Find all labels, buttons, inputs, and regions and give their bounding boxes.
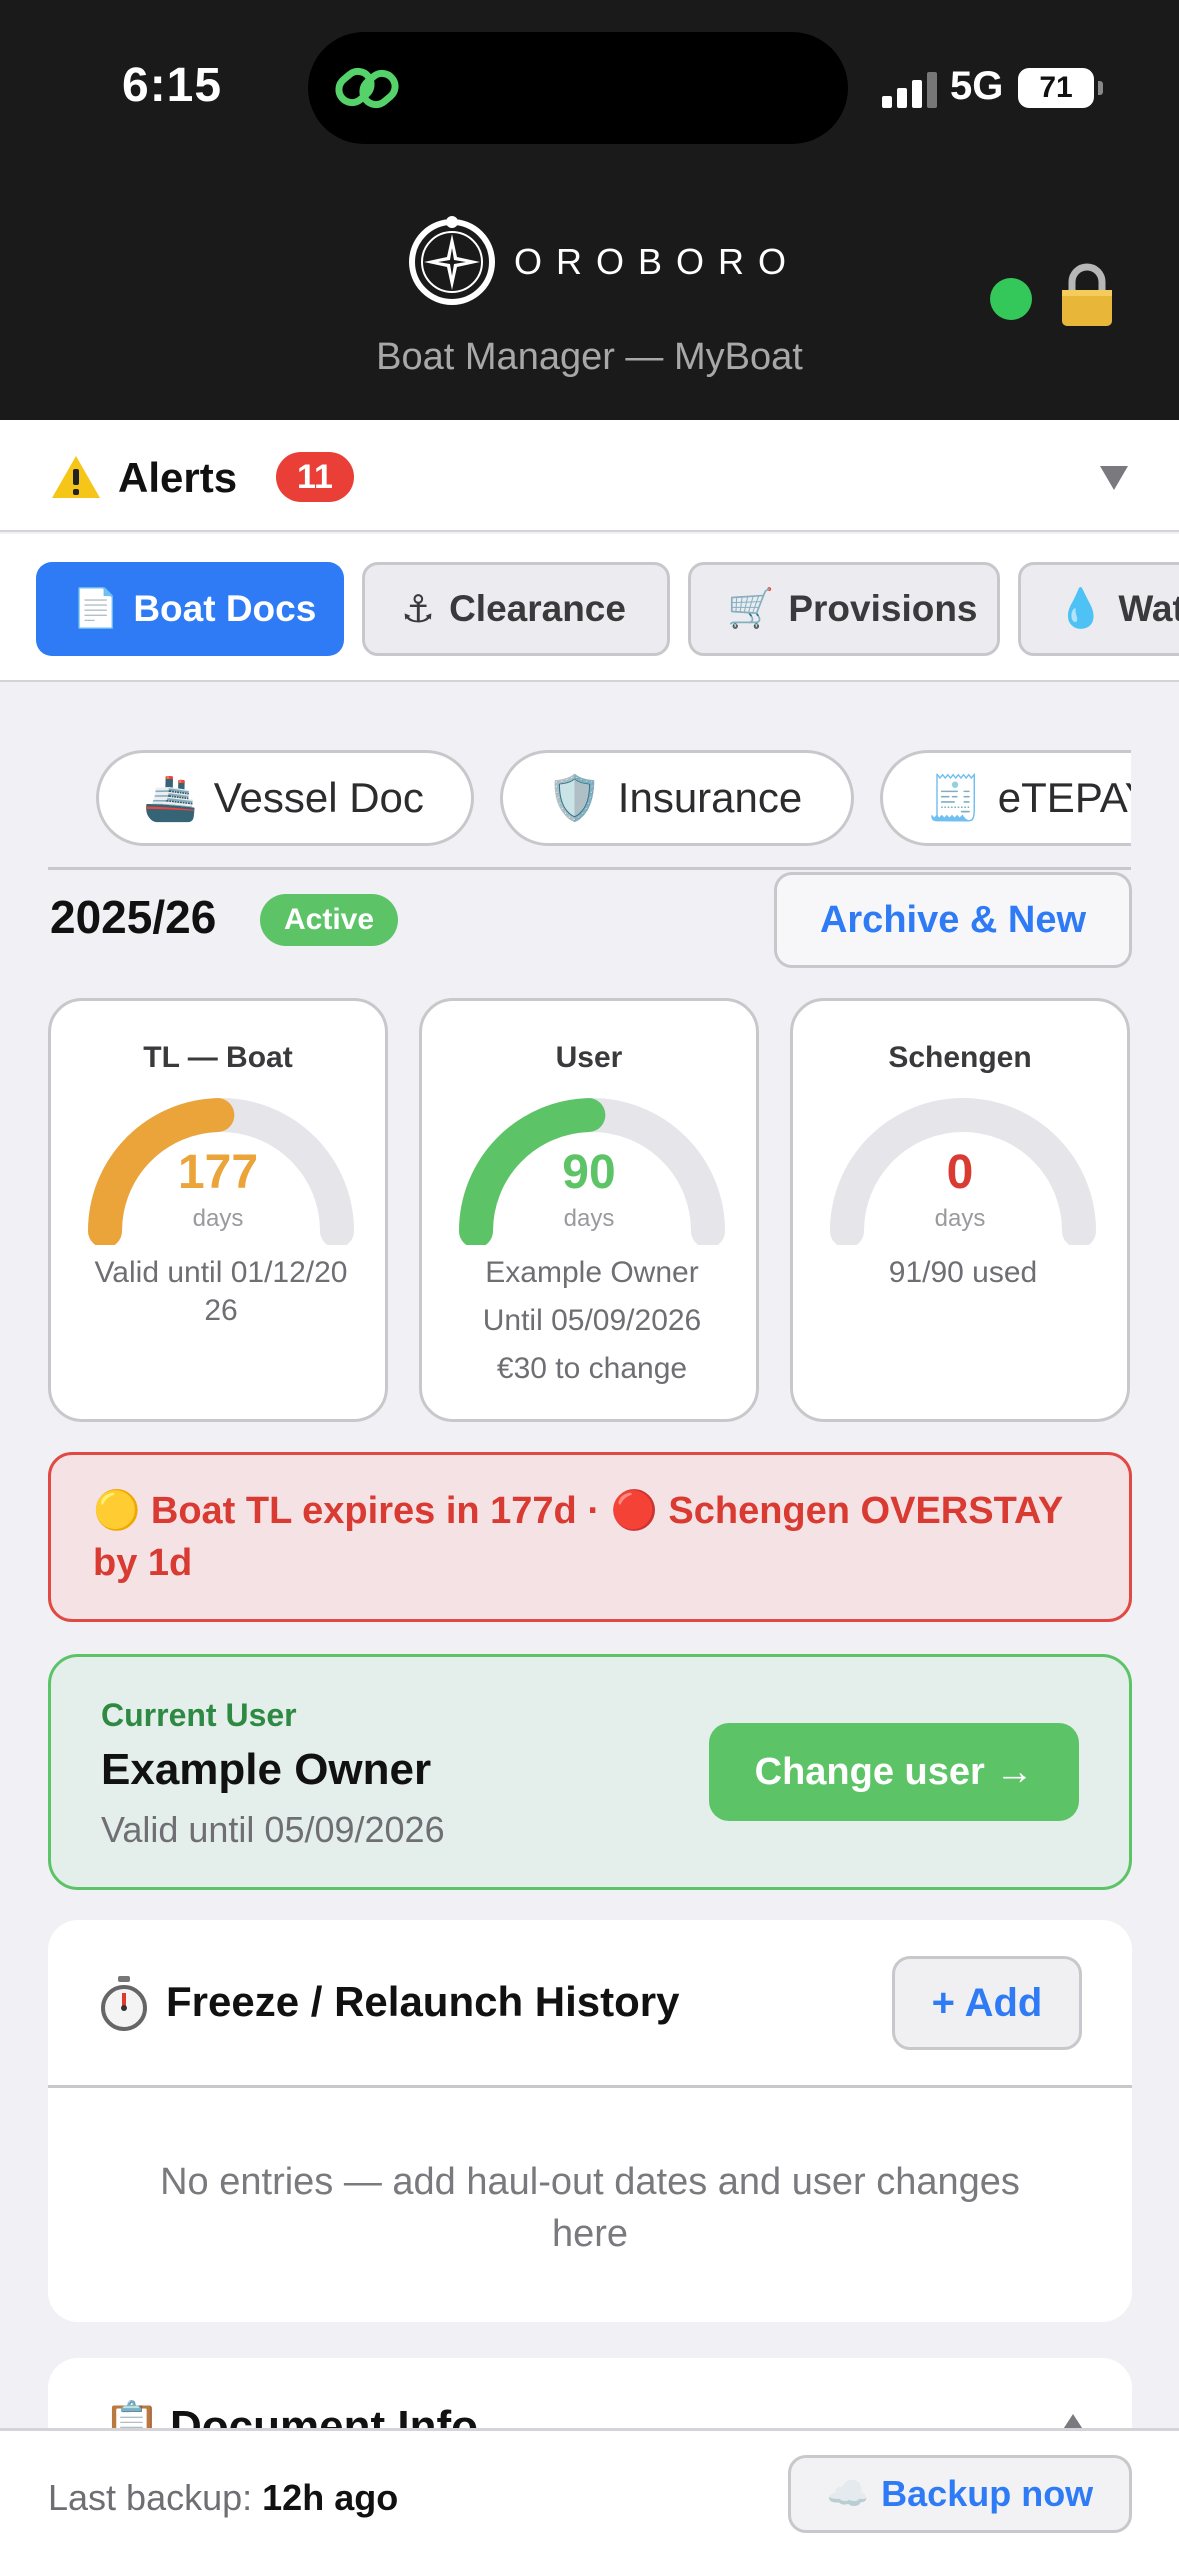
current-user-caption: Current User xyxy=(101,1697,297,1733)
subtab-etepay[interactable]: 🧾 eTEPAY xyxy=(880,750,1131,846)
battery-indicator: 71 xyxy=(1018,68,1103,108)
page-icon: 📄 xyxy=(72,588,120,630)
add-history-button[interactable]: + Add xyxy=(892,1956,1082,2050)
subtab-vessel-doc[interactable]: 🚢 Vessel Doc xyxy=(96,750,474,846)
tab-provisions[interactable]: 🛒 Provisions xyxy=(688,562,1000,656)
tab-label: Clearance xyxy=(449,588,626,629)
backup-button-label: Backup now xyxy=(881,2473,1094,2514)
gauge-title: Schengen xyxy=(888,1041,1032,1074)
gauge-card-schengen: Schengen 0 days 91/90 used xyxy=(790,998,1130,1422)
season-year: 2025/26 xyxy=(50,891,217,943)
gauge-detail: 91/90 used xyxy=(888,1256,1038,1289)
warning-icon xyxy=(52,456,100,498)
subtab-label: Vessel Doc xyxy=(213,774,424,821)
stopwatch-icon xyxy=(101,1976,147,2031)
online-status-dot xyxy=(990,278,1032,320)
last-backup-label: Last backup: xyxy=(48,2477,253,2518)
expiry-warning-banner: 🟡 Boat TL expires in 177d · 🔴 Schengen O… xyxy=(48,1452,1132,1622)
backup-now-button[interactable]: ☁️ Backup now xyxy=(788,2455,1132,2533)
status-badge: Active xyxy=(260,894,399,946)
gauge-unit: days xyxy=(934,1205,986,1232)
subtab-insurance[interactable]: 🛡️ Insurance xyxy=(500,750,854,846)
history-header: Freeze / Relaunch History + Add xyxy=(48,1920,1132,2088)
document-subtabs: 🚢 Vessel Doc 🛡️ Insurance 🧾 eTEPAY xyxy=(48,748,1131,870)
archive-new-button[interactable]: Archive & New xyxy=(774,872,1132,968)
current-user-card: Current User Example Owner Valid until 0… xyxy=(48,1654,1132,1890)
tab-clearance[interactable]: ⚓ Clearance xyxy=(362,562,670,656)
gauge-card-tl-boat: TL — Boat 177 days Valid until 01/12/20 … xyxy=(48,998,388,1422)
alerts-label: Alerts xyxy=(118,454,238,501)
shield-icon: 🛡️ xyxy=(547,774,602,823)
backup-footer: Last backup: 12h ago ☁️ Backup now xyxy=(0,2428,1179,2556)
signal-icon xyxy=(882,72,937,108)
ship-icon: 🚢 xyxy=(143,774,198,823)
gauge-unit: days xyxy=(563,1205,615,1232)
gauge-title: TL — Boat xyxy=(143,1041,293,1074)
gauge-detail: Example Owner xyxy=(485,1256,699,1289)
change-user-button[interactable]: Change user → xyxy=(709,1723,1079,1821)
compass-logo-icon xyxy=(409,216,495,305)
gauge-detail: €30 to change xyxy=(496,1352,688,1385)
status-time: 6:15 xyxy=(122,59,223,112)
history-title: Freeze / Relaunch History xyxy=(166,1978,680,2025)
tab-label: Boat Docs xyxy=(133,588,317,629)
tab-label: Provisions xyxy=(788,588,978,629)
subtab-label: eTEPAY xyxy=(997,774,1131,821)
water-drop-icon: 💧 xyxy=(1057,588,1105,630)
gauge-title: User xyxy=(555,1041,623,1074)
lock-icon[interactable] xyxy=(1058,262,1116,328)
tab-water[interactable]: 💧 Wat xyxy=(1018,562,1179,656)
alerts-count-badge: 11 xyxy=(276,452,354,502)
last-backup-value: 12h ago xyxy=(262,2477,399,2518)
brand: OROBORO xyxy=(404,214,800,310)
current-user-name: Example Owner xyxy=(101,1745,432,1794)
main-tabs: 📄 Boat Docs ⚓ Clearance 🛒 Provisions 💧 W… xyxy=(0,534,1179,682)
current-user-validity: Valid until 05/09/2026 xyxy=(101,1809,445,1850)
gauge-value: 90 xyxy=(562,1146,616,1199)
dynamic-island xyxy=(308,32,848,144)
gauge-detail: 26 xyxy=(204,1294,238,1327)
tab-label: Wat xyxy=(1118,588,1179,629)
cloud-icon: ☁️ xyxy=(826,2475,870,2513)
gauge-card-user: User 90 days Example Owner Until 05/09/2… xyxy=(419,998,759,1422)
gauge-unit: days xyxy=(192,1205,244,1232)
freeze-relaunch-history-card: Freeze / Relaunch History + Add No entri… xyxy=(48,1920,1132,2322)
gauge-detail: Valid until 01/12/20 xyxy=(94,1256,348,1289)
history-empty-message: No entries — add haul-out dates and user… xyxy=(160,2161,1020,2255)
gauge-value: 177 xyxy=(177,1146,259,1199)
app-header: 6:15 5G 71 OROBORO Boat Manager — MyBoat xyxy=(0,0,1179,420)
receipt-icon: 🧾 xyxy=(927,774,982,823)
last-backup: Last backup: 12h ago xyxy=(48,2477,398,2519)
brand-name: OROBORO xyxy=(514,241,801,282)
cart-icon: 🛒 xyxy=(727,588,775,630)
tab-boat-docs[interactable]: 📄 Boat Docs xyxy=(36,562,344,656)
app-subtitle: Boat Manager — MyBoat xyxy=(376,336,803,378)
chevron-down-icon[interactable] xyxy=(1098,464,1130,492)
alerts-bar[interactable]: Alerts 11 xyxy=(0,420,1179,532)
network-label: 5G xyxy=(950,64,1004,108)
anchor-icon: ⚓ xyxy=(401,588,436,631)
link-icon xyxy=(335,67,399,109)
gauge-detail: Until 05/09/2026 xyxy=(482,1304,702,1337)
subtab-label: Insurance xyxy=(617,774,803,821)
gauge-value: 0 xyxy=(946,1146,974,1199)
